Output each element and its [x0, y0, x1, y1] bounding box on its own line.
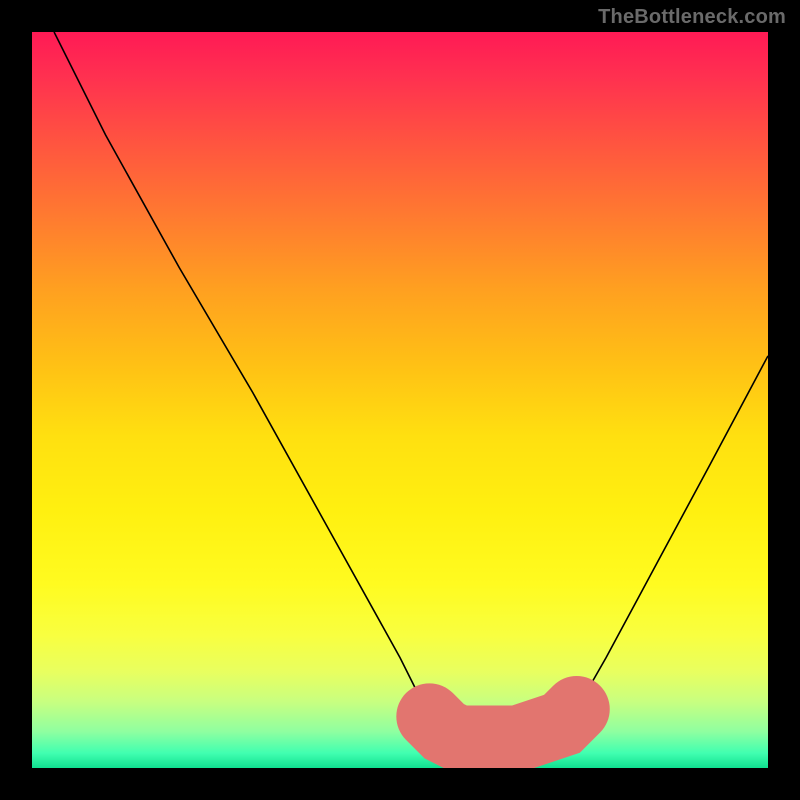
plot-area [32, 32, 768, 768]
curve-svg [32, 32, 768, 768]
chart-frame: TheBottleneck.com [0, 0, 800, 800]
highlight-segment [429, 709, 576, 738]
watermark-text: TheBottleneck.com [598, 6, 786, 29]
bottleneck-curve [54, 32, 768, 739]
